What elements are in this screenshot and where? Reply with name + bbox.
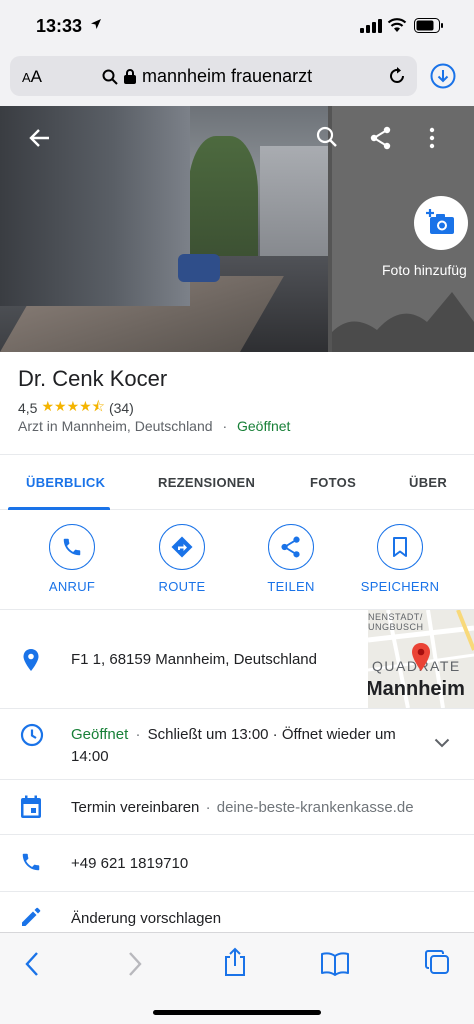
share-sheet-icon[interactable] — [222, 947, 248, 977]
place-name: Dr. Cenk Kocer — [18, 366, 168, 391]
call-button[interactable]: ANRUF — [27, 524, 117, 594]
url-group[interactable]: mannheim frauenarzt — [102, 66, 312, 87]
open-status: Geöffnet — [237, 418, 291, 434]
appointment-label[interactable]: Termin vereinbaren — [71, 799, 199, 816]
phone-icon — [22, 853, 40, 871]
map-label-district-1: NENSTADT/ — [368, 612, 423, 622]
share-button[interactable]: TEILEN — [246, 524, 336, 594]
wifi-icon — [387, 18, 407, 32]
camera-plus-icon — [426, 209, 454, 234]
phone-row[interactable]: +49 621 1819710 — [0, 835, 474, 891]
hours-separator: · — [135, 726, 141, 743]
bookmarks-icon[interactable] — [320, 952, 350, 976]
suggest-edit-row[interactable]: Änderung vorschlagen — [0, 892, 474, 932]
share-icon[interactable] — [370, 126, 392, 150]
cellular-signal-icon — [360, 19, 382, 33]
text-size-button[interactable]: AA — [22, 67, 42, 87]
category-row: Arzt in Mannheim, Deutschland · Geöffnet — [18, 418, 290, 434]
add-photo-button[interactable] — [414, 196, 468, 250]
separator-dot: · — [222, 418, 228, 434]
map-pin-icon — [412, 643, 430, 671]
place-category: Arzt in Mannheim, Deutschland — [18, 418, 213, 434]
search-icon — [102, 69, 118, 85]
address-text: F1 1, 68159 Mannheim, Deutschland — [71, 651, 317, 668]
back-arrow-icon[interactable] — [28, 126, 52, 150]
home-indicator — [153, 1010, 321, 1015]
hero-photos: Foto hinzufüg — [0, 106, 474, 352]
appointment-separator: · — [205, 799, 211, 816]
map-label-district-2: UNGBUSCH — [368, 622, 424, 632]
rating-row[interactable]: 4,5 ★★★★⯪ (34) — [18, 396, 134, 420]
hours-detail: Schließt um 13:00 · Öffnet wieder um — [147, 726, 396, 743]
address-bar[interactable]: AA mannheim frauenarzt — [10, 56, 417, 96]
lock-icon — [124, 69, 136, 84]
location-pin-icon — [23, 649, 39, 671]
hours-reopen-time: 14:00 — [71, 748, 109, 765]
forward-icon[interactable] — [127, 951, 143, 977]
browser-address-area: AA mannheim frauenarzt — [0, 52, 474, 106]
chevron-down-icon[interactable] — [434, 738, 450, 748]
status-bar: 13:33 — [0, 0, 474, 52]
active-tab-indicator — [8, 507, 110, 510]
rating-value: 4,5 — [18, 400, 38, 416]
tab-photos[interactable]: FOTOS — [310, 475, 356, 490]
bookmark-icon — [393, 537, 407, 557]
photo-placeholder-graphic — [332, 292, 474, 352]
save-button[interactable]: SPEICHERN — [355, 524, 445, 594]
tab-reviews[interactable]: REZENSIONEN — [158, 475, 255, 490]
search-icon[interactable] — [316, 126, 338, 148]
tabs-icon[interactable] — [424, 949, 450, 975]
rating-stars: ★★★★⯪ — [41, 398, 105, 414]
share-label: TEILEN — [267, 579, 315, 594]
back-icon[interactable] — [24, 951, 40, 977]
battery-icon — [414, 18, 443, 33]
tab-about[interactable]: ÜBER — [409, 475, 447, 490]
directions-icon — [171, 536, 193, 558]
call-label: ANRUF — [48, 579, 96, 594]
tab-bar: ÜBERBLICK REZENSIONEN FOTOS ÜBER — [0, 454, 474, 510]
more-options-icon[interactable] — [428, 127, 436, 149]
save-label: SPEICHERN — [360, 579, 440, 594]
phone-icon — [63, 538, 81, 556]
appointment-site[interactable]: deine-beste-krankenkasse.de — [217, 799, 414, 816]
tab-overview[interactable]: ÜBERBLICK — [26, 475, 105, 490]
location-arrow-icon — [91, 19, 101, 29]
url-text: mannheim frauenarzt — [142, 66, 313, 86]
suggest-edit-label: Änderung vorschlagen — [71, 910, 222, 927]
pencil-icon — [22, 907, 41, 926]
status-time: 13:33 — [36, 16, 83, 36]
map-thumbnail[interactable]: NENSTADT/ UNGBUSCH QUADRATE Mannheim — [368, 610, 474, 708]
reload-icon[interactable] — [387, 66, 407, 86]
route-label: ROUTE — [158, 579, 206, 594]
hours-status: Geöffnet — [71, 726, 129, 743]
appointment-row[interactable]: Termin vereinbaren · deine-beste-kranken… — [0, 780, 474, 834]
review-count: (34) — [108, 400, 134, 416]
hours-row[interactable]: Geöffnet · Schließt um 13:00 · Öffnet wi… — [0, 709, 474, 779]
add-photo-panel[interactable]: Foto hinzufüg — [332, 106, 474, 352]
add-photo-label[interactable]: Foto hinzufüg — [382, 262, 467, 278]
share-icon — [281, 536, 300, 558]
route-button[interactable]: ROUTE — [137, 524, 227, 594]
clock-icon — [20, 723, 44, 747]
phone-number: +49 621 1819710 — [71, 855, 189, 872]
map-label-city: Mannheim — [368, 678, 465, 700]
calendar-icon — [21, 795, 41, 818]
download-icon[interactable] — [430, 63, 456, 89]
